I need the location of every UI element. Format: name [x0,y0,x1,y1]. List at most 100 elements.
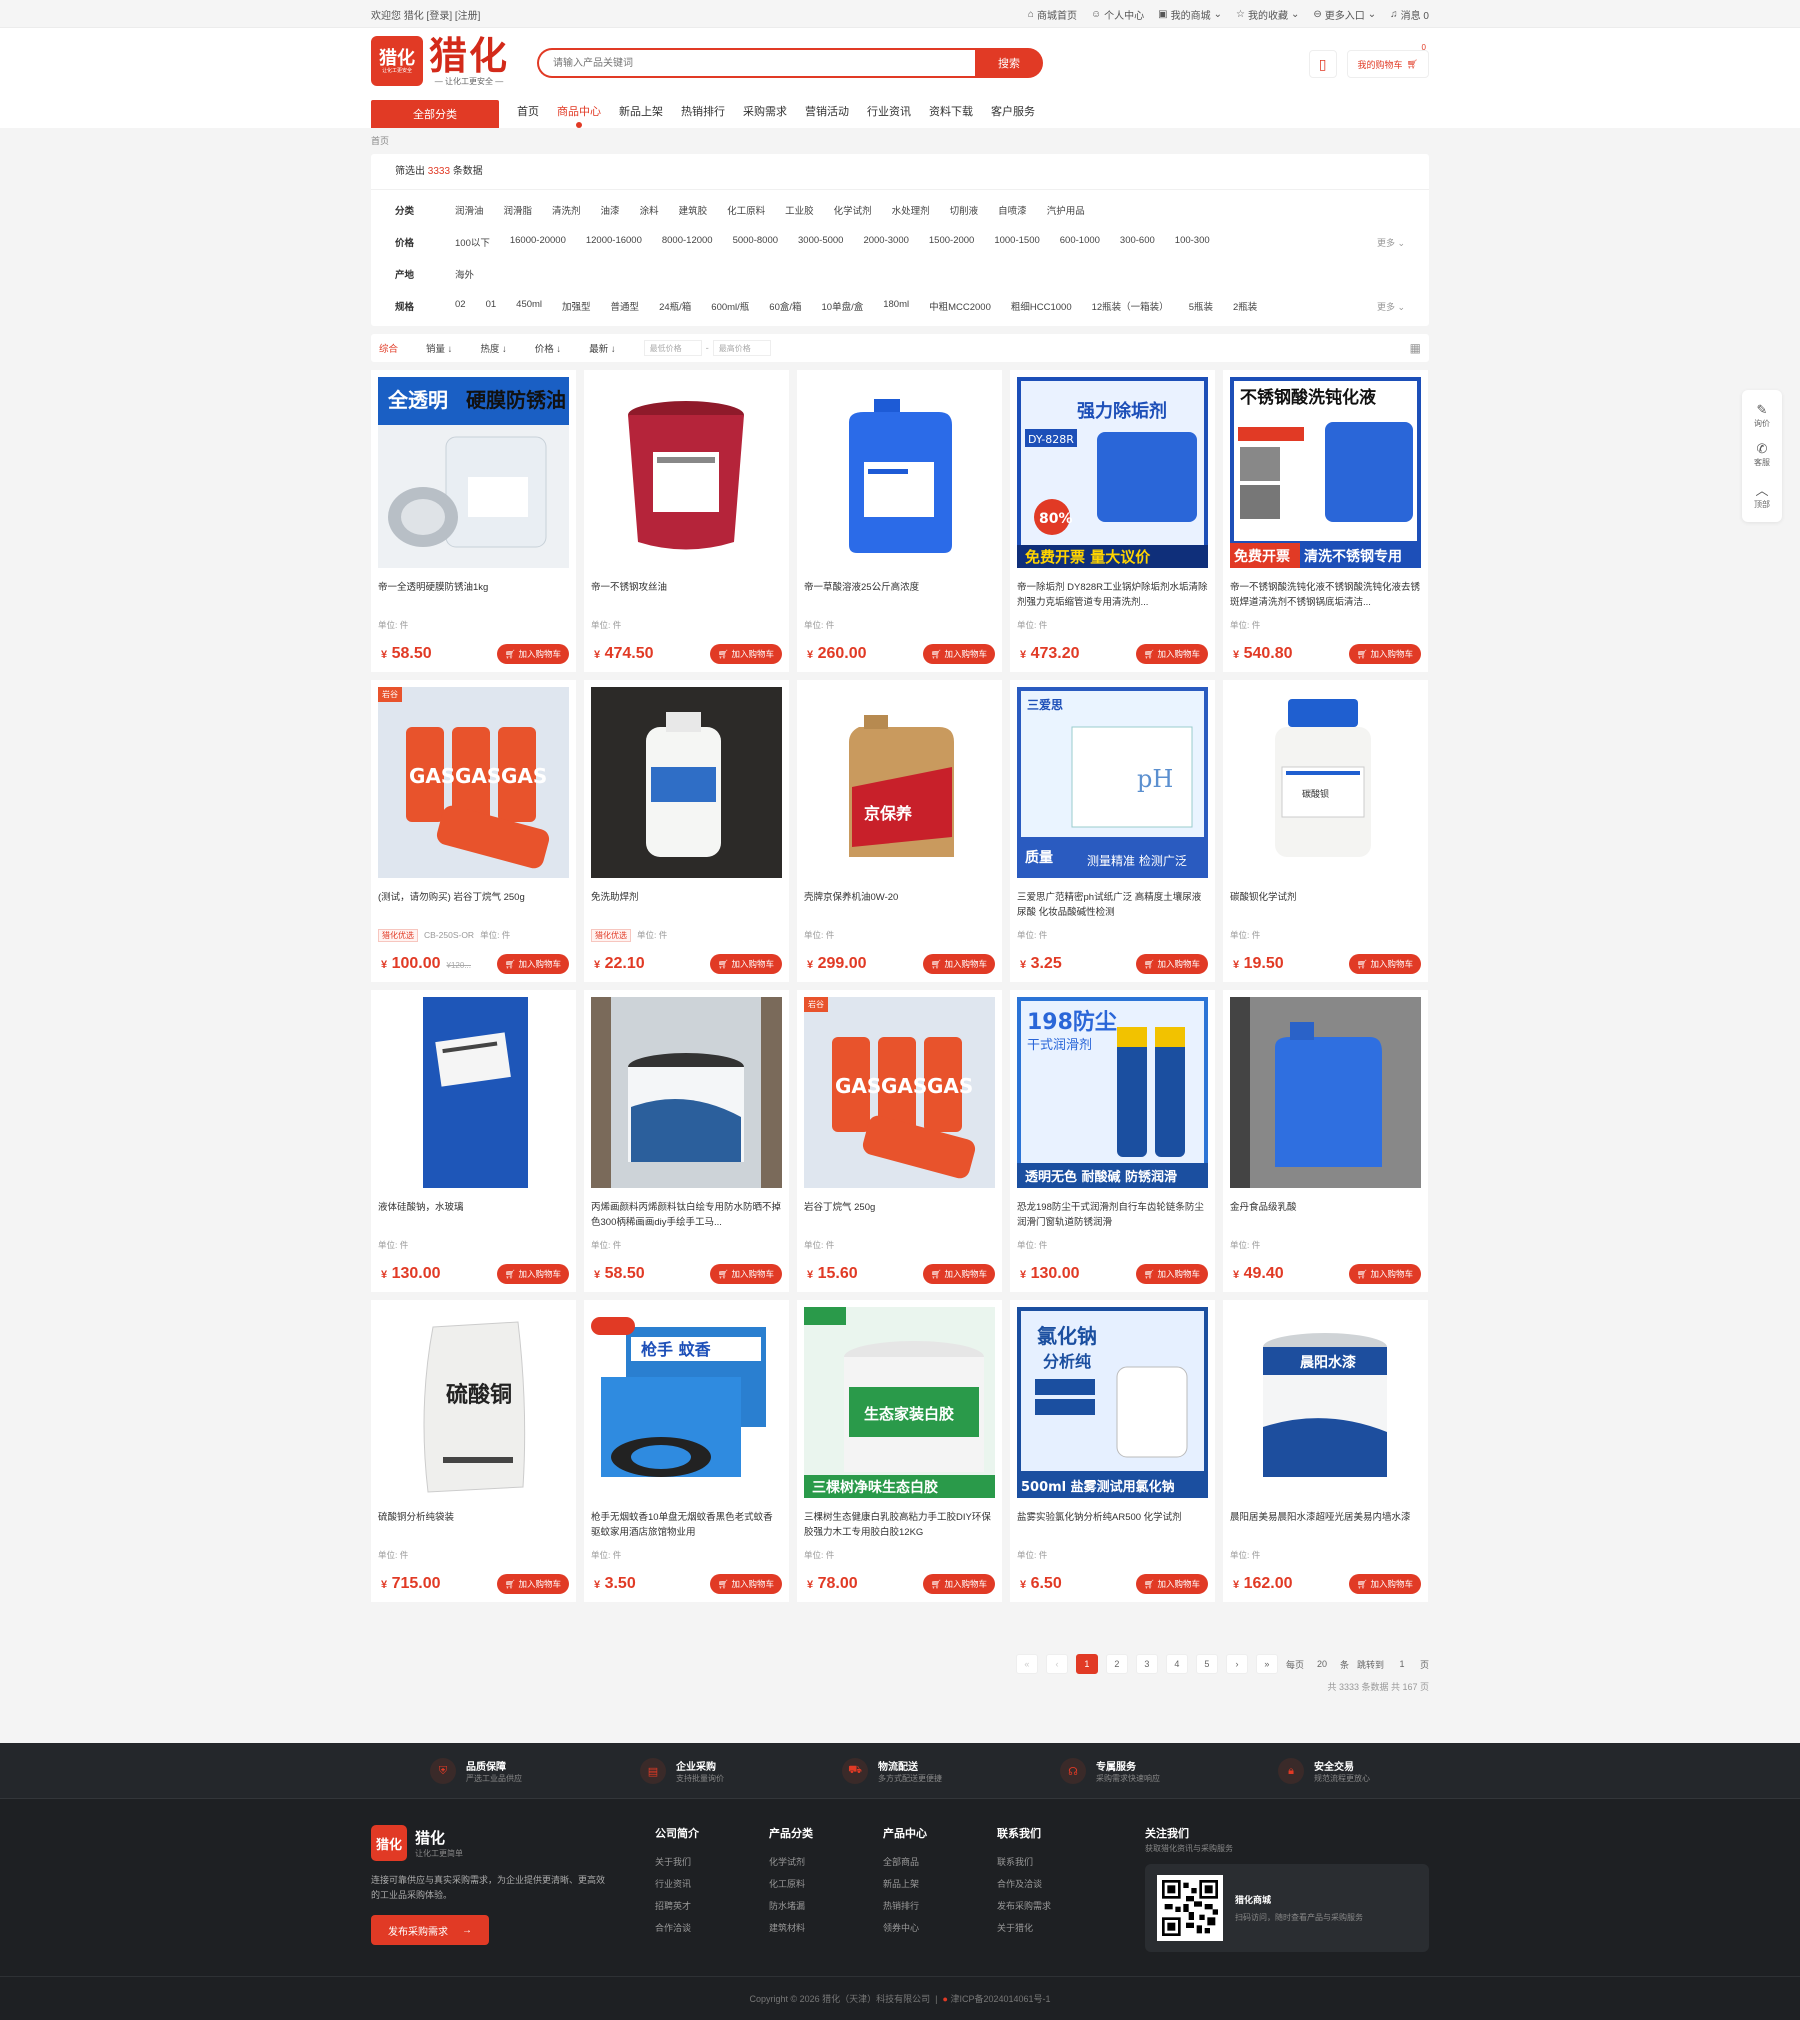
prev-page-button[interactable]: ‹ [1045,1654,1068,1674]
product-card[interactable]: 生态家装白胶 三棵树净味生态白胶 三棵树生态健康白乳胶高粘力手工胶DIY环保胶强力木… [797,1300,1002,1602]
filter-option[interactable]: 清洗剂 [552,203,581,217]
product-card[interactable]: 强力除垢剂 DY-828R 80% 免费开票 量大议价 帝一除垢剂 DY828R工业锅炉… [1010,370,1215,672]
filter-option[interactable]: 化工原料 [727,203,765,217]
product-name[interactable]: 枪手无烟蚊香10单盘无烟蚊香黑色老式蚊香驱蚊家用酒店旅馆物业用 [591,1510,782,1540]
product-image[interactable] [591,997,782,1188]
footer-link[interactable]: 发布采购需求 [997,1895,1111,1917]
icp-link[interactable]: 津ICP备2024014061号-1 [950,1994,1050,2004]
footer-link[interactable]: 化工原料 [769,1873,883,1895]
last-page-button[interactable]: » [1255,1654,1278,1674]
footer-link[interactable]: 招聘英才 [655,1895,769,1917]
add-to-cart-button[interactable]: 🛒︎ 加入购物车 [709,1264,782,1284]
nav-item-marketing[interactable]: 营销活动 [805,100,849,128]
filter-option[interactable]: 180ml [883,299,909,313]
product-image[interactable]: 晨阳水漆 [1230,1307,1421,1498]
product-image[interactable]: 不锈钢酸洗钝化液 免费开票 清洗不锈钢专用 [1230,377,1421,568]
welcome-text[interactable]: 欢迎您 猎化 [登录] [注册] [371,7,480,22]
max-price-input[interactable]: 最高价格 [712,340,771,356]
product-name[interactable]: 盐雾实验氯化钠分析纯AR500 化学试剂 [1017,1510,1208,1540]
sort-sales[interactable]: 销量 ↓ [426,341,452,355]
footer-link[interactable]: 关于我们 [655,1851,769,1873]
product-card[interactable]: 免洗助焊剂 猎化优选 单位: 件 ¥ 22.10 🛒︎ 加入购物车 [584,680,789,982]
product-card[interactable]: 丙烯画颜料丙烯颜料钛白绘专用防水防晒不掉色300柄稀画画diy手绘手工马... 单… [584,990,789,1292]
add-to-cart-button[interactable]: 🛒︎ 加入购物车 [1348,1574,1421,1594]
search-button[interactable]: 搜索 [975,48,1044,78]
sort-newest[interactable]: 最新 ↓ [589,341,615,355]
product-image[interactable]: 京保养 [804,687,995,878]
add-to-cart-button[interactable]: 🛒︎ 加入购物车 [1135,644,1208,664]
filter-option[interactable]: 涂料 [640,203,659,217]
product-name[interactable]: 帝一全透明硬膜防锈油1kg [378,580,569,610]
product-image[interactable]: 枪手 蚊香 [591,1307,782,1498]
page-button[interactable]: 3 [1135,1654,1158,1674]
filter-option[interactable]: 润滑脂 [504,203,533,217]
filter-option[interactable]: 1500-2000 [929,235,974,249]
filter-option[interactable]: 600ml/瓶 [711,299,749,313]
product-card[interactable]: GAS GAS GAS 岩谷 (测试，请勿购买) 岩谷丁烷气 250g 猎化优选 CB-25… [371,680,576,982]
product-image[interactable]: GAS GAS GAS 岩谷 [378,687,569,878]
top-link-user-center[interactable]: ☺ 个人中心 [1091,7,1144,22]
footer-logo-icon[interactable]: 猎化 [371,1825,407,1861]
all-categories-button[interactable]: 全部分类 [371,100,499,128]
top-link-favorites[interactable]: ☆ 我的收藏 ⌄ [1236,7,1299,22]
nav-item-news[interactable]: 行业资讯 [867,100,911,128]
search-input[interactable] [537,48,976,78]
footer-link[interactable]: 防水堵漏 [769,1895,883,1917]
footer-link[interactable]: 建筑材料 [769,1917,883,1939]
filter-more-button[interactable]: 更多 ⌄ [1377,236,1405,249]
filter-option[interactable]: 普通型 [611,299,640,313]
product-name[interactable]: 帝一不锈钢攻丝油 [591,580,782,610]
filter-option[interactable]: 水处理剂 [892,203,930,217]
qr-code[interactable] [1157,1875,1223,1941]
product-card[interactable]: 全透明 硬膜防锈油 帝一全透明硬膜防锈油1kg 单位: 件 ¥ 58.50 🛒︎ 加入购物车 [371,370,576,672]
inquiry-tool[interactable]: ✎ 询价 [1742,396,1782,435]
top-link-my-mall[interactable]: ▣ 我的商城 ⌄ [1158,7,1222,22]
product-image[interactable]: 198防尘 干式润滑剂 透明无色 耐酸碱 防锈润滑 [1017,997,1208,1188]
grid-view-icon[interactable]: ▦ [1410,341,1421,355]
add-to-cart-button[interactable]: 🛒︎ 加入购物车 [1348,1264,1421,1284]
product-name[interactable]: 晨阳居美易晨阳水漆超哑光居美易内墙水漆 [1230,1510,1421,1540]
product-name[interactable]: 帝一草酸溶液25公斤高浓度 [804,580,995,610]
add-to-cart-button[interactable]: 🛒︎ 加入购物车 [496,1574,569,1594]
add-to-cart-button[interactable]: 🛒︎ 加入购物车 [496,954,569,974]
service-tool[interactable]: ✆ 客服 [1742,435,1782,474]
product-name[interactable]: 液体硅酸钠，水玻璃 [378,1200,569,1230]
filter-option[interactable]: 建筑胶 [679,203,708,217]
filter-option[interactable]: 油漆 [601,203,620,217]
product-name[interactable]: 帝一除垢剂 DY828R工业锅炉除垢剂水垢清除剂强力克垢缩管道专用清洗剂... [1017,580,1208,610]
product-name[interactable]: 帝一不锈钢酸洗钝化液不锈钢酸洗钝化液去锈斑焊道清洗剂不锈钢锅底垢清洁... [1230,580,1421,610]
footer-link[interactable]: 热销排行 [883,1895,997,1917]
publish-request-button[interactable]: 发布采购需求 → [371,1915,489,1945]
add-to-cart-button[interactable]: 🛒︎ 加入购物车 [1135,1574,1208,1594]
back-to-top-tool[interactable]: ︿ 顶部 [1742,474,1782,516]
product-card[interactable]: GAS GAS GAS 岩谷 岩谷丁烷气 250g 单位: 件 ¥ 15.60 🛒︎ 加入购物车 [797,990,1002,1292]
product-name[interactable]: 免洗助焊剂 [591,890,782,920]
filter-option[interactable]: 海外 [455,267,474,281]
logo-icon[interactable]: 猎化 让化工更安全 [371,36,423,86]
product-card[interactable]: 帝一不锈钢攻丝油 单位: 件 ¥ 474.50 🛒︎ 加入购物车 [584,370,789,672]
product-name[interactable]: 金丹食品级乳酸 [1230,1200,1421,1230]
filter-option[interactable]: 工业胶 [785,203,814,217]
product-card[interactable]: 京保养 壳牌京保养机油0W-20 单位: 件 ¥ 299.00 🛒︎ 加入购物车 [797,680,1002,982]
product-image[interactable] [591,377,782,568]
sort-price[interactable]: 价格 ↓ [535,341,561,355]
product-card[interactable]: 金丹食品级乳酸 单位: 件 ¥ 49.40 🛒︎ 加入购物车 [1223,990,1428,1292]
filter-option[interactable]: 01 [486,299,497,313]
product-image[interactable]: 碳酸钡 [1230,687,1421,878]
add-to-cart-button[interactable]: 🛒︎ 加入购物车 [1348,954,1421,974]
filter-option[interactable]: 100-300 [1175,235,1210,249]
cart-button[interactable]: 我的购物车 🛒︎ 0 [1346,43,1429,78]
add-to-cart-button[interactable]: 🛒︎ 加入购物车 [922,1574,995,1594]
nav-item-home[interactable]: 首页 [517,100,539,128]
product-image[interactable] [804,377,995,568]
product-name[interactable]: (测试，请勿购买) 岩谷丁烷气 250g [378,890,569,920]
add-to-cart-button[interactable]: 🛒︎ 加入购物车 [496,1264,569,1284]
product-image[interactable]: 三爱思 pH 质量 测量精准 检测广泛 [1017,687,1208,878]
product-name[interactable]: 恐龙198防尘干式润滑剂自行车齿轮链条防尘润滑门窗轨道防锈润滑 [1017,1200,1208,1230]
filter-option[interactable]: 300-600 [1120,235,1155,249]
per-page-select[interactable]: 20 [1312,1659,1332,1669]
product-name[interactable]: 碳酸钡化学试剂 [1230,890,1421,920]
sort-popularity[interactable]: 热度 ↓ [480,341,506,355]
nav-item-purchase[interactable]: 采购需求 [743,100,787,128]
nav-item-new[interactable]: 新品上架 [619,100,663,128]
